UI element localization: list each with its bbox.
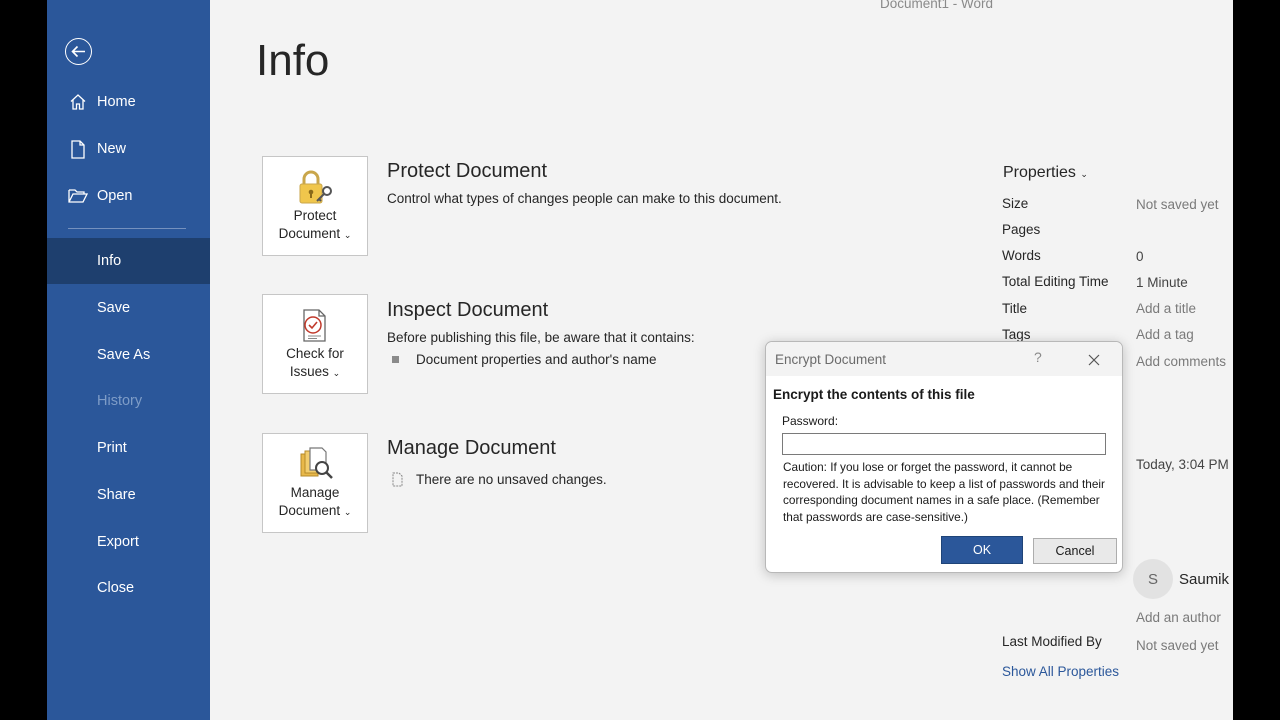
prop-key-size: Size [1002, 196, 1029, 211]
inspect-document-desc: Before publishing this file, be aware th… [387, 330, 695, 345]
prop-key-title: Title [1002, 301, 1028, 316]
document-icon [390, 472, 404, 487]
chevron-down-icon: ⌄ [332, 368, 341, 378]
manage-document-icon [295, 446, 335, 484]
back-arrow-icon[interactable] [65, 38, 92, 65]
sidebar-item-print[interactable]: Print [47, 425, 210, 471]
inspect-document-title: Inspect Document [387, 299, 549, 321]
check-issues-button-label: Check for Issues ⌄ [286, 346, 344, 379]
protect-document-desc: Control what types of changes people can… [387, 191, 782, 206]
protect-document-button[interactable]: Protect Document ⌄ [262, 156, 368, 256]
sidebar-item-history: History [97, 393, 143, 409]
manage-document-title: Manage Document [387, 437, 556, 459]
help-icon[interactable]: ? [1034, 349, 1042, 365]
dialog-heading: Encrypt the contents of this file [773, 387, 975, 402]
lock-key-icon [295, 169, 335, 207]
prop-value-tags[interactable]: Add a tag [1136, 327, 1194, 342]
prop-value-editing-time: 1 Minute [1136, 275, 1188, 290]
prop-key-last-modified-by: Last Modified By [1002, 634, 1102, 649]
author-name: Saumik [1179, 571, 1230, 588]
screen-border-right [1233, 0, 1280, 720]
open-folder-icon [68, 186, 88, 206]
screen-border-left [0, 0, 47, 720]
manage-button-label: Manage Document ⌄ [278, 485, 352, 518]
sidebar-item-save-as[interactable]: Save As [47, 332, 210, 378]
new-document-icon [68, 139, 88, 159]
password-input[interactable] [782, 433, 1106, 455]
sidebar-item-save[interactable]: Save [47, 285, 210, 331]
sidebar-divider [68, 228, 186, 229]
prop-value-title[interactable]: Add a title [1136, 301, 1196, 316]
prop-key-words: Words [1002, 248, 1041, 263]
sidebar-item-new[interactable]: New [47, 126, 210, 172]
dialog-title: Encrypt Document [775, 352, 887, 367]
encrypt-document-dialog: Encrypt Document ? Encrypt the contents … [765, 341, 1123, 573]
home-icon [68, 92, 88, 112]
caution-text: Caution: If you lose or forget the passw… [783, 460, 1105, 524]
prop-key-editing-time: Total Editing Time [1002, 274, 1109, 289]
prop-key-tags: Tags [1002, 327, 1031, 342]
cancel-button[interactable]: Cancel [1033, 538, 1117, 564]
protect-button-label: Protect Document ⌄ [278, 208, 352, 241]
manage-document-button[interactable]: Manage Document ⌄ [262, 433, 368, 533]
chevron-down-icon: ⌄ [1080, 169, 1088, 179]
password-label: Password: [782, 414, 839, 428]
sidebar-item-open[interactable]: Open [47, 173, 210, 219]
sidebar-item-home[interactable]: Home [47, 79, 210, 125]
chevron-down-icon: ⌄ [343, 507, 352, 517]
prop-value-comments[interactable]: Add comments [1136, 354, 1226, 369]
close-icon[interactable] [1083, 350, 1105, 370]
sidebar-item-share[interactable]: Share [47, 472, 210, 518]
ok-button[interactable]: OK [941, 536, 1023, 564]
sidebar-item-export[interactable]: Export [47, 519, 210, 565]
backstage-sidebar: Home New Open Info Save Save As History … [47, 0, 210, 720]
properties-dropdown[interactable]: Properties ⌄ [1003, 164, 1088, 182]
prop-key-pages: Pages [1002, 222, 1041, 237]
prop-value-size: Not saved yet [1136, 197, 1219, 212]
check-for-issues-button[interactable]: Check for Issues ⌄ [262, 294, 368, 394]
page-title: Info [256, 36, 330, 85]
prop-value-words: 0 [1136, 249, 1144, 264]
list-item: Document properties and author's name [392, 352, 656, 367]
prop-value-last-modified-by: Not saved yet [1136, 638, 1219, 653]
bullet-icon [392, 356, 399, 363]
sidebar-item-info[interactable]: Info [47, 238, 210, 284]
sidebar-item-close[interactable]: Close [47, 565, 210, 611]
show-all-properties-link[interactable]: Show All Properties [1002, 664, 1119, 679]
prop-value-created: Today, 3:04 PM [1136, 457, 1229, 472]
list-item: There are no unsaved changes. [390, 472, 607, 487]
chevron-down-icon: ⌄ [343, 230, 352, 240]
protect-document-title: Protect Document [387, 160, 548, 182]
add-author-link[interactable]: Add an author [1136, 610, 1221, 625]
avatar: S [1133, 559, 1173, 599]
inspect-document-icon [295, 307, 335, 345]
window-title: Document1 - Word [880, 0, 994, 11]
